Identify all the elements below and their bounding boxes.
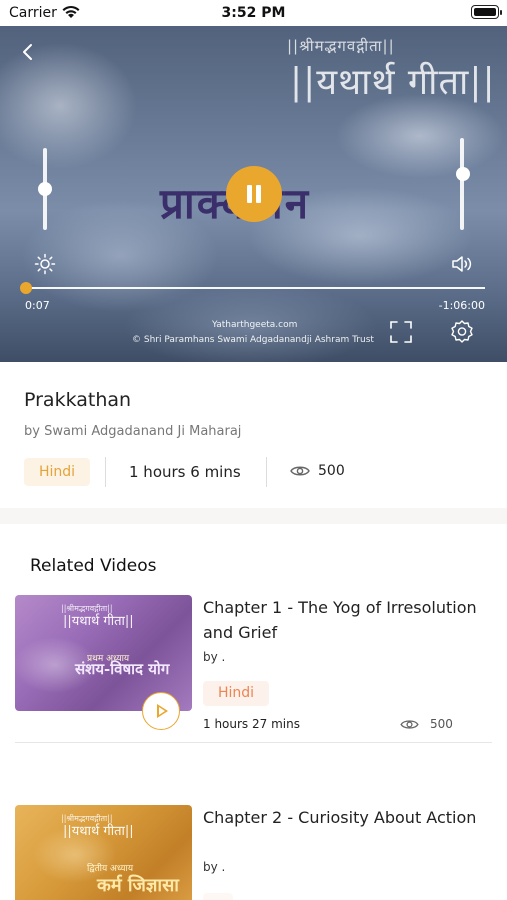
back-button[interactable] bbox=[16, 40, 40, 64]
card-author: by . bbox=[203, 650, 226, 664]
card-author: by . bbox=[203, 860, 226, 874]
seek-bar[interactable] bbox=[26, 287, 485, 289]
thumbnail-title: ||यथार्थ गीता|| bbox=[63, 824, 134, 839]
fullscreen-icon[interactable] bbox=[389, 320, 413, 344]
video-thumbnail[interactable]: ||श्रीमद्भगवद्गीता|| ||यथार्थ गीता|| द्व… bbox=[15, 805, 192, 900]
card-views: 500 bbox=[430, 717, 453, 731]
player-title: ||यथार्थ गीता|| bbox=[290, 62, 496, 103]
eye-icon bbox=[290, 466, 310, 476]
brightness-slider-handle[interactable] bbox=[38, 182, 52, 196]
video-meta: Hindi 1 hours 6 mins 500 bbox=[24, 456, 484, 488]
volume-slider-handle[interactable] bbox=[456, 167, 470, 181]
language-badge: Hindi bbox=[24, 458, 91, 486]
card-title[interactable]: Chapter 1 - The Yog of Irresolution and … bbox=[203, 595, 478, 645]
status-bar: Carrier 3:52 PM bbox=[0, 0, 507, 26]
related-videos-heading: Related Videos bbox=[30, 556, 157, 576]
current-time: 0:07 bbox=[25, 299, 50, 312]
video-title: Prakkathan bbox=[24, 389, 132, 411]
divider bbox=[15, 742, 492, 743]
thumbnail-text: संशय-विषाद योग bbox=[75, 660, 170, 678]
divider bbox=[105, 457, 106, 487]
divider bbox=[266, 457, 267, 487]
volume-slider[interactable] bbox=[460, 138, 464, 230]
eye-icon bbox=[400, 720, 419, 729]
thumbnail-text: कर्म जिज्ञासा bbox=[97, 875, 179, 896]
video-duration: 1 hours 6 mins bbox=[129, 463, 241, 481]
video-views: 500 bbox=[318, 463, 345, 479]
volume-icon[interactable] bbox=[450, 253, 474, 275]
status-time: 3:52 PM bbox=[221, 5, 286, 21]
card-title[interactable]: Chapter 2 - Curiosity About Action bbox=[203, 805, 478, 830]
section-divider bbox=[0, 508, 507, 524]
card-duration: 1 hours 27 mins bbox=[203, 717, 300, 731]
seek-handle[interactable] bbox=[20, 282, 32, 294]
card-language-badge bbox=[203, 893, 233, 900]
chevron-left-icon bbox=[23, 44, 32, 60]
related-video-card[interactable]: ||श्रीमद्भगवद्गीता|| ||यथार्थ गीता|| प्र… bbox=[15, 595, 492, 745]
thumbnail-title: ||यथार्थ गीता|| bbox=[63, 614, 134, 629]
watermark-trust: © Shri Paramhans Swami Adgadanandji Ashr… bbox=[132, 335, 374, 345]
remaining-time: -1:06:00 bbox=[438, 299, 485, 312]
player-sub-title: ||श्रीमद्भगवद्गीता|| bbox=[287, 37, 395, 55]
card-language-badge: Hindi bbox=[203, 681, 270, 706]
play-icon[interactable] bbox=[142, 692, 180, 730]
brightness-icon bbox=[34, 253, 56, 275]
battery-icon bbox=[471, 5, 502, 19]
video-player[interactable]: ||श्रीमद्भगवद्गीता|| ||यथार्थ गीता|| प्र… bbox=[0, 26, 507, 362]
settings-icon[interactable] bbox=[449, 319, 475, 345]
watermark-site: Yatharthgeeta.com bbox=[212, 320, 298, 330]
pause-button[interactable] bbox=[226, 166, 282, 222]
related-video-card[interactable]: ||श्रीमद्भगवद्गीता|| ||यथार्थ गीता|| द्व… bbox=[15, 805, 492, 900]
video-author: by Swami Adgadanand Ji Maharaj bbox=[24, 424, 242, 439]
